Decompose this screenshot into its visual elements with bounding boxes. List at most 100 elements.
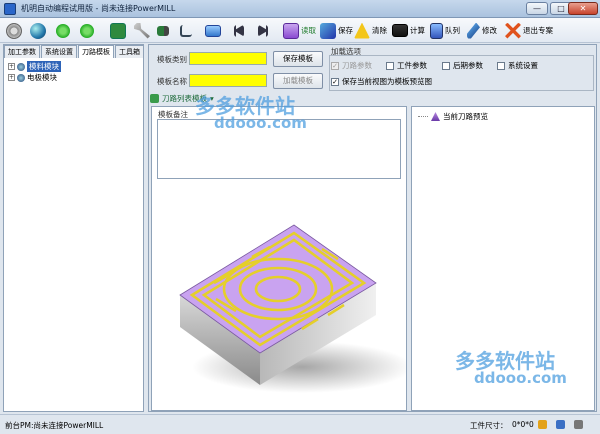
template-preview-image: [179, 224, 406, 393]
edit-button[interactable]: 修改: [467, 21, 497, 40]
status-key-icon[interactable]: [538, 420, 547, 429]
template-name-label: 模板名称: [157, 77, 187, 86]
checkbox-box: [386, 61, 394, 70]
queue-button[interactable]: 队列: [430, 21, 460, 40]
read-label: 读取: [301, 26, 316, 35]
status-bar: 前台PM:尚未连接PowerMILL 工件尺寸： 0*0*0: [0, 414, 600, 434]
save-icon: [320, 22, 336, 39]
left-panel: 加工参数 系统设置 刀路模板 工具箱 + 模料模块 + 电极模块: [3, 44, 144, 412]
tab-machining-params[interactable]: 加工参数: [4, 45, 40, 58]
template-tree: + 模料模块 + 电极模块: [8, 61, 61, 83]
module-icon: [17, 73, 25, 82]
globe-icon: [30, 22, 46, 39]
system-settings-checkbox[interactable]: 系统设置: [497, 60, 538, 71]
folder-icon: [205, 24, 221, 37]
first-button[interactable]: [234, 21, 244, 40]
x-icon: [505, 22, 521, 39]
title-bar: 机明自动编程试用版 - 尚未连接PowerMILL — □ ✕: [0, 0, 600, 18]
add-circle-icon: [56, 23, 70, 38]
warning-icon: [354, 22, 370, 39]
module-icon: [17, 62, 25, 71]
last-button[interactable]: [258, 21, 268, 40]
note-panel: 模板备注: [151, 106, 407, 411]
current-toolpath-label: 当前刀路预览: [443, 112, 488, 121]
read-button[interactable]: 读取: [283, 21, 316, 40]
checkbox-label: 系统设置: [508, 61, 538, 70]
excel-icon: [110, 22, 126, 39]
queue-label: 队列: [445, 26, 460, 35]
clear-label: 清除: [372, 26, 387, 35]
add-second-button[interactable]: [80, 21, 94, 40]
edit-label: 修改: [482, 26, 497, 35]
template-category-input[interactable]: [189, 52, 267, 65]
checkbox-box: [497, 61, 505, 70]
template-name-input[interactable]: [189, 74, 267, 87]
current-toolpath-item[interactable]: 当前刀路预览: [418, 111, 488, 122]
wrench-icon: [134, 22, 150, 39]
checkbox-label: 后期参数: [453, 61, 483, 70]
checkbox-label: 工件参数: [397, 61, 427, 70]
status-settings-icon[interactable]: [574, 420, 583, 429]
tab-system-settings[interactable]: 系统设置: [41, 45, 77, 58]
checkbox-label: 保存当前视图为模板预览图: [342, 77, 432, 86]
save-button[interactable]: 保存: [320, 21, 353, 40]
work-params-checkbox[interactable]: 工件参数: [386, 60, 427, 71]
watermark-url-bottom: ddooo.com: [474, 369, 567, 387]
monitor-icon: [392, 24, 408, 37]
template-category-label: 模板类别: [157, 55, 187, 64]
status-display-icon[interactable]: [556, 420, 565, 429]
tool-button[interactable]: [134, 21, 150, 40]
pencil-icon: [467, 22, 480, 39]
connection-status: 前台PM:尚未连接PowerMILL: [5, 421, 104, 430]
save-view-checkbox[interactable]: ✓ 保存当前视图为模板预览图: [331, 76, 432, 87]
skip-back-icon: [234, 24, 244, 37]
tree-item-mold[interactable]: + 模料模块: [8, 61, 61, 72]
tab-toolpath-templates[interactable]: 刀路模板: [78, 45, 114, 58]
minimize-button[interactable]: —: [526, 2, 548, 15]
tree-item-electrode[interactable]: + 电极模块: [8, 72, 61, 83]
tree-item-label: 模料模块: [27, 61, 61, 72]
window-title: 机明自动编程试用版 - 尚未连接PowerMILL: [21, 4, 176, 13]
expand-icon[interactable]: +: [8, 63, 15, 70]
app-icon: [4, 3, 16, 15]
exit-project-button[interactable]: 退出专案: [505, 21, 553, 40]
tab-toolbox[interactable]: 工具箱: [115, 45, 144, 58]
gear-icon: [6, 22, 22, 39]
left-tabs: 加工参数 系统设置 刀路模板 工具箱: [4, 45, 144, 58]
toolpath-params-checkbox[interactable]: ✓ 刀路参数: [331, 60, 372, 71]
calc-label: 计算: [410, 26, 425, 35]
calc-button[interactable]: 计算: [392, 21, 425, 40]
close-button[interactable]: ✕: [568, 2, 598, 15]
toolpath-icon: [431, 112, 440, 121]
add-button[interactable]: [56, 21, 70, 40]
tree-button[interactable]: [180, 21, 192, 40]
load-template-button[interactable]: 加载模板: [273, 73, 323, 89]
save-label: 保存: [338, 26, 353, 35]
arrow-in-icon: [157, 25, 169, 36]
add-circle-icon: [80, 23, 94, 38]
exit-project-label: 退出专案: [523, 26, 553, 35]
queue-icon: [430, 22, 443, 39]
save-template-button[interactable]: 保存模板: [273, 51, 323, 67]
globe-button[interactable]: [30, 21, 46, 40]
camera-icon: [283, 22, 299, 39]
work-size-value: 0*0*0: [512, 420, 534, 429]
tree-item-label: 电极模块: [27, 73, 57, 82]
toolpath-icon: [150, 93, 159, 103]
excel-button[interactable]: [110, 21, 126, 40]
post-params-checkbox[interactable]: 后期参数: [442, 60, 483, 71]
expand-icon[interactable]: +: [8, 74, 15, 81]
toolbar: 读取 保存 清除 计算 队列 修改 退出专案: [0, 18, 600, 43]
tree-connector: [418, 116, 428, 117]
checkbox-box: ✓: [331, 77, 339, 86]
work-size-label: 工件尺寸：: [470, 421, 508, 430]
tree-icon: [180, 24, 192, 37]
checkbox-box: ✓: [331, 61, 339, 70]
skip-forward-icon: [258, 24, 268, 37]
import-button[interactable]: [157, 21, 169, 40]
checkbox-box: [442, 61, 450, 70]
checkbox-label: 刀路参数: [342, 61, 372, 70]
clear-button[interactable]: 清除: [354, 21, 387, 40]
settings-button[interactable]: [6, 21, 22, 40]
folder-button[interactable]: [205, 21, 221, 40]
